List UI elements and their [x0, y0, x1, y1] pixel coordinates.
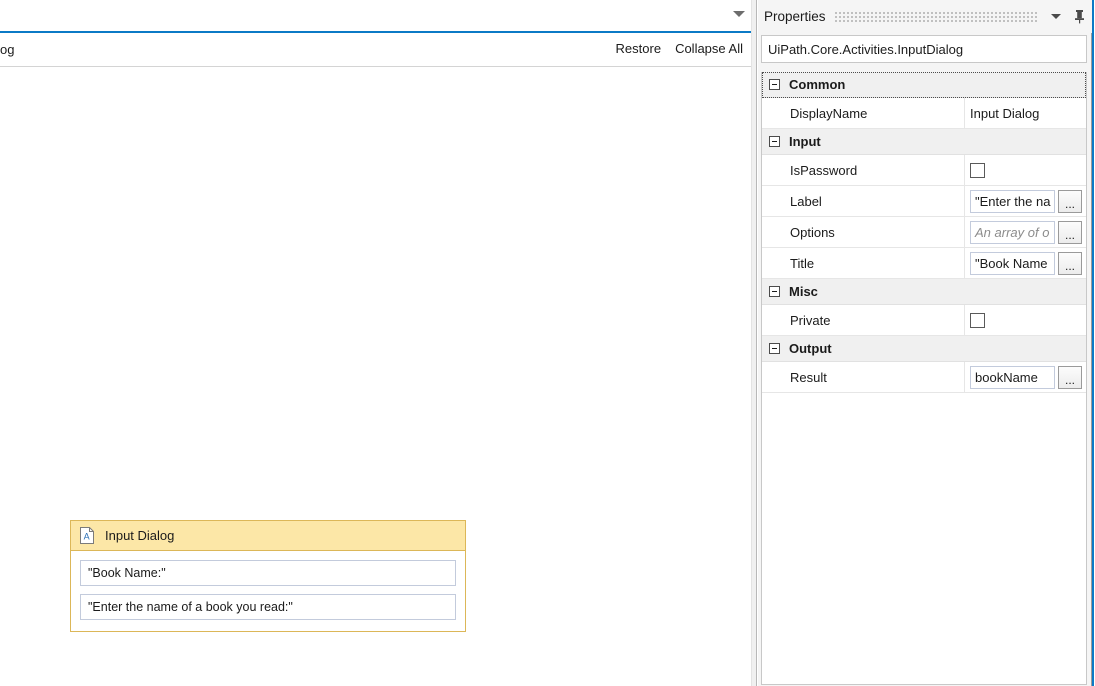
input-dialog-activity-card[interactable]: A Input Dialog "Book Name:" "Enter the n…: [70, 520, 466, 632]
designer-breadcrumb-bar: og Restore Collapse All: [0, 35, 751, 67]
collapse-icon[interactable]: [769, 343, 780, 354]
property-value-options: An array of o ...: [964, 217, 1086, 247]
title-input[interactable]: "Book Name: [970, 252, 1055, 275]
properties-panel-header: Properties: [758, 0, 1092, 33]
ispassword-checkbox[interactable]: [970, 163, 985, 178]
options-ellipsis-button[interactable]: ...: [1058, 221, 1082, 244]
property-group-misc[interactable]: Misc: [762, 279, 1086, 305]
result-input[interactable]: bookName: [970, 366, 1055, 389]
label-input[interactable]: "Enter the na: [970, 190, 1055, 213]
collapse-icon[interactable]: [769, 79, 780, 90]
activity-card-header[interactable]: A Input Dialog: [71, 521, 465, 551]
label-expression-field[interactable]: "Enter the name of a book you read:": [80, 594, 456, 620]
result-ellipsis-button[interactable]: ...: [1058, 366, 1082, 389]
properties-panel: Properties UiPath.Core.Activities.InputD…: [758, 0, 1092, 686]
title-editor: "Book Name ...: [970, 248, 1086, 278]
activity-card-title: Input Dialog: [105, 528, 174, 543]
uipath-studio-window: og Restore Collapse All A Input Dialog: [0, 0, 1095, 686]
property-name-label: Label: [762, 194, 964, 209]
panel-splitter[interactable]: [751, 0, 757, 686]
private-checkbox[interactable]: [970, 313, 985, 328]
property-name-options: Options: [762, 225, 964, 240]
collapse-all-button[interactable]: Collapse All: [675, 41, 743, 56]
property-group-input[interactable]: Input: [762, 129, 1086, 155]
property-group-label: Input: [789, 134, 821, 149]
property-value-title: "Book Name ...: [964, 248, 1086, 278]
label-ellipsis-button[interactable]: ...: [1058, 190, 1082, 213]
breadcrumb[interactable]: og: [0, 42, 14, 57]
property-row-ispassword[interactable]: IsPassword: [762, 155, 1086, 186]
property-name-ispassword: IsPassword: [762, 163, 964, 178]
property-group-label: Output: [789, 341, 832, 356]
property-name-displayname: DisplayName: [762, 106, 964, 121]
result-editor: bookName ...: [970, 362, 1086, 392]
property-group-label: Misc: [789, 284, 818, 299]
input-dialog-activity-icon: A: [79, 527, 95, 545]
collapse-icon[interactable]: [769, 136, 780, 147]
activity-card-body: "Book Name:" "Enter the name of a book y…: [71, 551, 465, 631]
properties-grid[interactable]: Common DisplayName Input Dialog Input Is…: [761, 72, 1087, 685]
panel-menu-button[interactable]: [1046, 7, 1066, 27]
property-row-label[interactable]: Label "Enter the na ...: [762, 186, 1086, 217]
property-row-result[interactable]: Result bookName ...: [762, 362, 1086, 393]
activity-type-label: UiPath.Core.Activities.InputDialog: [761, 35, 1087, 63]
property-name-title: Title: [762, 256, 964, 271]
property-name-result: Result: [762, 370, 964, 385]
property-group-common[interactable]: Common: [762, 72, 1086, 98]
property-name-private: Private: [762, 313, 964, 328]
designer-action-links: Restore Collapse All: [616, 41, 743, 56]
property-row-options[interactable]: Options An array of o ...: [762, 217, 1086, 248]
property-group-label: Common: [789, 77, 845, 92]
property-value-private: [964, 305, 1086, 335]
chevron-down-icon[interactable]: [733, 11, 745, 17]
property-value-label: "Enter the na ...: [964, 186, 1086, 216]
property-value-result: bookName ...: [964, 362, 1086, 392]
property-group-output[interactable]: Output: [762, 336, 1086, 362]
restore-button[interactable]: Restore: [616, 41, 662, 56]
collapse-icon[interactable]: [769, 286, 780, 297]
svg-text:A: A: [84, 532, 90, 542]
title-expression-field[interactable]: "Book Name:": [80, 560, 456, 586]
property-row-private[interactable]: Private: [762, 305, 1086, 336]
chevron-down-icon: [1051, 14, 1061, 19]
workflow-canvas[interactable]: A Input Dialog "Book Name:" "Enter the n…: [0, 68, 751, 686]
property-value-displayname[interactable]: Input Dialog: [964, 98, 1086, 128]
property-row-displayname[interactable]: DisplayName Input Dialog: [762, 98, 1086, 129]
panel-drag-gripper[interactable]: [835, 11, 1037, 22]
title-ellipsis-button[interactable]: ...: [1058, 252, 1082, 275]
panel-pin-button[interactable]: [1069, 7, 1089, 27]
properties-panel-title: Properties: [764, 9, 826, 24]
options-editor: An array of o ...: [970, 217, 1086, 247]
options-input[interactable]: An array of o: [970, 221, 1055, 244]
property-value-ispassword: [964, 155, 1086, 185]
designer-tab-strip: [0, 0, 751, 33]
designer-pane: og Restore Collapse All A Input Dialog: [0, 0, 751, 686]
property-row-title[interactable]: Title "Book Name ...: [762, 248, 1086, 279]
pin-icon: [1073, 9, 1086, 24]
label-editor: "Enter the na ...: [970, 186, 1086, 216]
